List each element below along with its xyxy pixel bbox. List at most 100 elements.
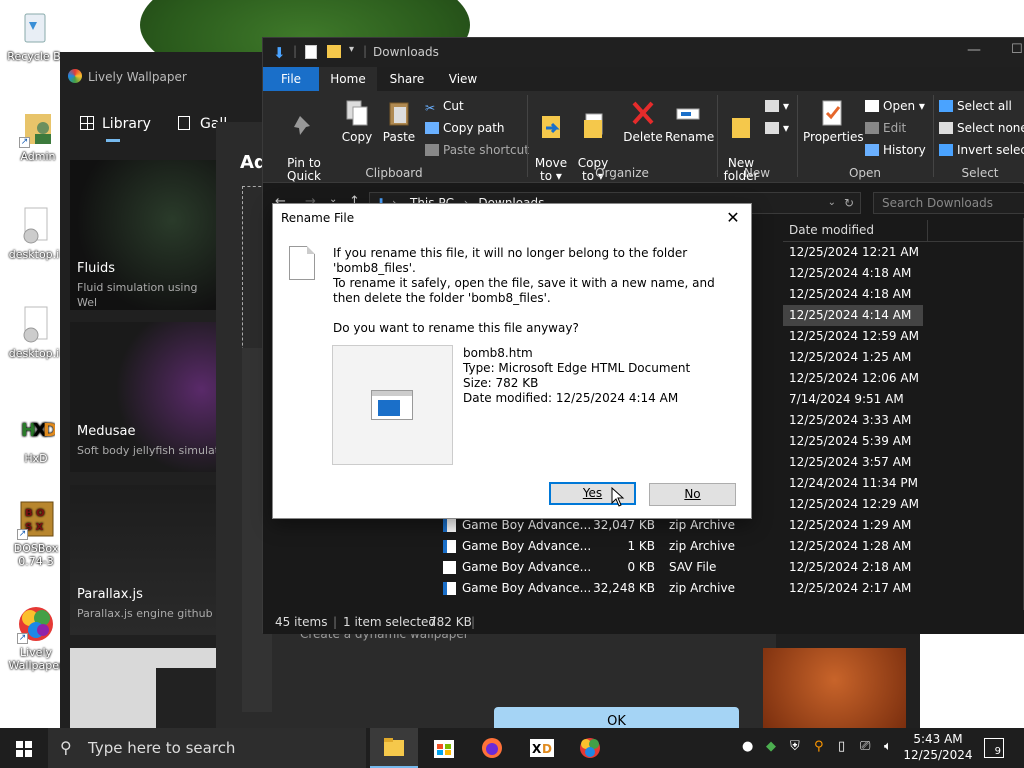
edit-button[interactable]: Edit <box>865 121 906 135</box>
search-tool-icon[interactable]: ⚲ <box>814 739 824 754</box>
file-size: Size: 782 KB <box>463 376 539 390</box>
ribbon-tabs: File Home Share View <box>263 67 1024 91</box>
user-folder-icon: ↗ <box>19 108 57 148</box>
scissors-icon: ✂ <box>425 101 436 115</box>
mouse-cursor-icon <box>611 486 625 510</box>
tab-library[interactable]: Library <box>80 116 151 132</box>
tab-share[interactable]: Share <box>379 67 435 91</box>
tab-view[interactable]: View <box>435 67 491 91</box>
tab-indicator <box>106 139 120 142</box>
status-item-count: 45 items <box>275 615 328 629</box>
maximize-button[interactable]: ☐ <box>1011 42 1023 57</box>
notification-center-button[interactable]: 9 <box>984 738 1004 758</box>
start-button[interactable] <box>0 728 48 768</box>
file-type-cell: SAV File <box>669 560 717 574</box>
desktop-icon-desktop-ini-1[interactable]: desktop.i <box>4 206 64 261</box>
dialog-question: Do you want to rename this file anyway? <box>333 321 579 335</box>
search-input[interactable]: Search Downloads <box>873 192 1024 214</box>
desktop-icon-dosbox[interactable]: B OS X ↗ DOSBox 0.74-3 <box>6 500 66 568</box>
delete-x-icon <box>630 99 656 127</box>
file-type: Type: Microsoft Edge HTML Document <box>463 361 691 375</box>
wallpaper-card-next[interactable] <box>70 648 216 728</box>
invert-selection-button[interactable]: Invert selectio <box>939 143 1024 157</box>
search-icon: ⚲ <box>60 738 72 757</box>
taskbar-lively[interactable] <box>566 728 614 768</box>
file-date-cell: 12/25/2024 1:28 AM <box>789 539 912 553</box>
minimize-button[interactable]: — <box>967 42 981 58</box>
open-group-label: Open <box>848 166 882 180</box>
wallpaper-card-parallax[interactable]: Parallax.js Parallax.js engine github p <box>70 485 216 635</box>
wallpaper-card-medusae[interactable]: Medusae Soft body jellyfish simulati <box>70 322 216 472</box>
column-date-modified[interactable]: Date modified <box>789 223 874 237</box>
no-button[interactable]: No <box>649 483 736 506</box>
volume-icon[interactable]: 🔈︎ <box>884 739 892 754</box>
desktop-icon-hxd[interactable]: HXD HxD <box>6 410 66 465</box>
desktop-icon-lively[interactable]: ↗ Lively Wallpaper <box>6 604 66 672</box>
copy-path-button[interactable]: Copy path <box>425 121 505 135</box>
taskbar-search-input[interactable]: ⚲ Type here to search <box>48 728 366 768</box>
network-icon[interactable]: ⎚ <box>860 739 870 754</box>
usb-icon[interactable]: ▯ <box>838 739 845 754</box>
new-item-icon <box>765 100 779 112</box>
properties-button[interactable]: Properties <box>803 99 864 144</box>
tab-home[interactable]: Home <box>319 67 377 91</box>
desktop-icon-admin[interactable]: ↗ Admin <box>8 108 68 163</box>
ok-button[interactable]: OK <box>494 707 739 728</box>
lively-tray-icon[interactable]: ● <box>742 739 753 754</box>
wallpaper-card-fluids[interactable]: Fluids Fluid simulation using Wel system… <box>70 160 216 310</box>
refresh-icon[interactable]: ↻ <box>844 193 854 213</box>
copy-button[interactable]: Copy <box>339 99 375 144</box>
close-icon[interactable]: ✕ <box>721 204 745 232</box>
download-arrow-icon[interactable]: ⬇ <box>273 44 286 62</box>
paste-button[interactable]: Paste <box>381 99 417 144</box>
svg-text:D: D <box>542 742 552 756</box>
network-share-icon[interactable]: ◆ <box>766 739 776 754</box>
gallery-icon <box>178 116 190 130</box>
pin-to-quick-access-button[interactable]: Pin to Quick access <box>269 99 339 196</box>
select-all-button[interactable]: Select all <box>939 99 1012 113</box>
taskbar-firefox[interactable] <box>468 728 516 768</box>
settings-file-icon <box>15 206 53 246</box>
defender-shield-icon[interactable]: ⛨ <box>790 739 800 754</box>
dialog-instructions: To rename it safely, open the file, save… <box>333 276 715 305</box>
folder-icon <box>384 738 404 756</box>
file-preview-thumbnail <box>332 345 453 465</box>
wallpaper-thumbnail-orange <box>763 648 906 728</box>
taskbar-file-explorer[interactable] <box>370 728 418 768</box>
paste-shortcut-button[interactable]: Paste shortcut <box>425 143 529 157</box>
taskbar-hxd[interactable]: XD <box>518 728 566 768</box>
desktop-icon-desktop-ini-2[interactable]: desktop.i <box>4 305 64 360</box>
status-separator: | <box>471 615 476 629</box>
taskbar-clock[interactable]: 5:43 AM 12/25/2024 <box>902 731 974 763</box>
desktop-icon-recycle-bin[interactable]: Recycle B <box>4 8 64 63</box>
delete-button[interactable]: Delete <box>623 99 663 144</box>
lively-icon <box>580 738 600 758</box>
properties-check-icon <box>819 99 845 127</box>
table-row[interactable]: Game Boy Advance... 32,248 KB zip Archive 1… <box>263 578 1024 599</box>
file-date-cell: 12/25/2024 2:17 AM <box>789 581 912 595</box>
firefox-icon <box>482 738 502 758</box>
new-item-button[interactable]: ▾ <box>765 99 789 113</box>
open-button[interactable]: Open ▾ <box>865 99 925 113</box>
chevron-down-icon[interactable]: ▾ <box>349 44 354 55</box>
address-dropdown-icon[interactable]: ⌄ <box>828 193 836 213</box>
table-row[interactable]: Game Boy Advance... 1 KB zip Archive 12/25/… <box>263 536 1024 557</box>
select-group-label: Select <box>961 166 999 180</box>
rename-button[interactable]: Rename <box>665 99 714 144</box>
move-to-icon <box>538 112 564 140</box>
easy-access-button[interactable]: ▾ <box>765 121 789 135</box>
tab-file[interactable]: File <box>263 67 319 91</box>
status-bar: 45 items | 1 item selected 782 KB | <box>263 610 1024 634</box>
dialog-title: Rename File <box>273 204 751 232</box>
separator: | <box>293 44 298 58</box>
properties-icon[interactable] <box>305 45 317 59</box>
new-folder-icon[interactable] <box>327 45 341 58</box>
separator: | <box>363 44 368 58</box>
cut-button[interactable]: ✂ Cut <box>425 99 464 115</box>
select-none-button[interactable]: Select none <box>939 121 1024 135</box>
history-button[interactable]: History <box>865 143 926 157</box>
paste-icon <box>386 99 412 127</box>
table-row[interactable]: Game Boy Advance... 0 KB SAV File 12/25/202… <box>263 557 1024 578</box>
taskbar-store[interactable] <box>420 728 468 768</box>
file-name: bomb8.htm <box>463 346 533 360</box>
